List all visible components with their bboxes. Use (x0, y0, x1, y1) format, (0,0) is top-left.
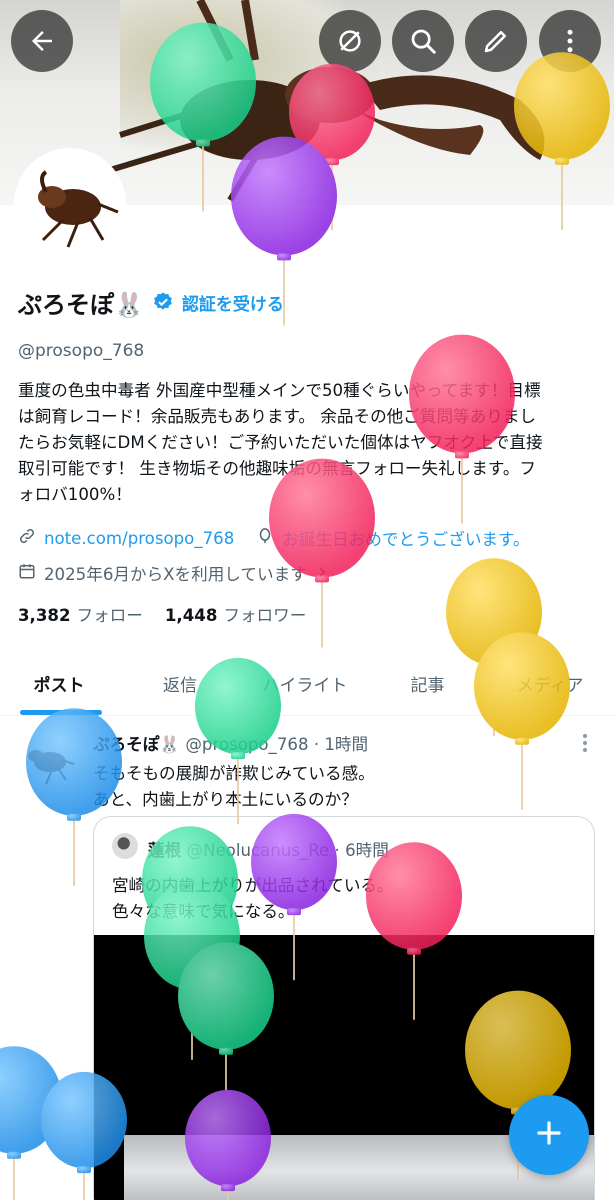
followers-label: フォロワー (223, 606, 307, 625)
active-tab-indicator (20, 710, 102, 715)
display-name: ぷろそぽ🐰 (18, 290, 144, 319)
get-verified-link[interactable]: 認証を受ける (182, 290, 284, 315)
no-wifi-icon (335, 26, 365, 56)
tweet-time: · 1時間 (313, 735, 369, 754)
quote-time: · 6時間 (334, 841, 389, 860)
tweet-header: ぷろそぽ🐰 @prosopo_768 · 1時間 (93, 731, 368, 755)
tweet-more-button[interactable] (578, 732, 592, 754)
link-icon (18, 527, 44, 549)
tab-highlights[interactable]: ハイライト (240, 650, 370, 716)
profile-handle: @prosopo_768 (18, 341, 145, 361)
follow-stats: 3,382 フォロー 1,448 フォロワー (18, 602, 306, 626)
profile-bio: 重度の色虫中毒者 外国産中型種メインで50種ぐらいやってます！目標 は飼育レコー… (18, 378, 602, 508)
back-button[interactable] (11, 10, 73, 72)
quote-author-handle: @Neolucanus_Re (186, 841, 330, 860)
following-count: 3,382 (18, 606, 71, 625)
chevron-right-icon (315, 564, 337, 583)
bio-line: は飼育レコード！余品販売もあります。 余品その他ご質問等ありまし (18, 407, 537, 426)
joined-date: 2025年6月からXを利用しています (44, 565, 307, 584)
tab-media[interactable]: メディア (495, 650, 605, 716)
tweet-avatar[interactable] (18, 730, 76, 788)
bio-line: 取引可能です！ 生き物垢その他趣味垢の無言フォロー失礼します。フ (18, 459, 537, 478)
profile-meta-row: note.com/prosopo_768 お誕生日おめでとうございます。 (18, 526, 530, 550)
profile-joined-row[interactable]: 2025年6月からXを利用しています (18, 561, 337, 585)
compose-button[interactable] (509, 1095, 589, 1175)
quote-line: 宮崎の内歯上がりが出品されている。 (112, 876, 394, 895)
followers-link[interactable]: 1,448 フォロワー (165, 602, 306, 626)
tweet-line: そもそもの展脚が詐欺じみている感。 (93, 764, 375, 783)
tweet-text: そもそもの展脚が詐欺じみている感。 あと、内歯上がり本土にいるのか？ (93, 761, 375, 813)
tab-articles[interactable]: 記事 (385, 650, 470, 716)
quote-author-name: 蓮根 (148, 841, 182, 860)
tab-replies[interactable]: 返信 (130, 650, 230, 716)
more-vertical-icon (555, 26, 585, 56)
profile-avatar[interactable] (14, 148, 126, 260)
tweet-author-name[interactable]: ぷろそぽ🐰 (93, 735, 180, 754)
following-link[interactable]: 3,382 フォロー (18, 602, 143, 626)
offline-button[interactable] (319, 10, 381, 72)
birthday-text: お誕生日おめでとうございます。 (282, 530, 530, 549)
balloon-icon (256, 527, 282, 549)
tab-posts[interactable]: ポスト (0, 650, 118, 716)
search-icon (408, 26, 438, 56)
verified-badge-icon[interactable] (152, 291, 174, 313)
edit-button[interactable] (465, 10, 527, 72)
profile-website-link[interactable]: note.com/prosopo_768 (44, 529, 234, 548)
edit-pen-icon (481, 26, 511, 56)
quote-text: 宮崎の内歯上がりが出品されている。 色々な意味で気になる。 (112, 873, 394, 925)
quote-header: 蓮根 @Neolucanus_Re · 6時間 (148, 837, 389, 861)
search-button[interactable] (392, 10, 454, 72)
more-vertical-icon (578, 734, 592, 758)
bio-line: 重度の色虫中毒者 外国産中型種メインで50種ぐらいやってます！目標 (18, 381, 541, 400)
quote-line: 色々な意味で気になる。 (112, 902, 295, 921)
plus-icon (534, 1118, 564, 1152)
calendar-icon (18, 562, 44, 584)
followers-count: 1,448 (164, 606, 218, 625)
bio-line: ォロバ100%！ (18, 485, 132, 504)
profile-tabs: ポスト 返信 ハイライト 記事 メディア (0, 650, 614, 716)
following-label: フォロー (76, 606, 143, 625)
tweet-author-handle[interactable]: @prosopo_768 (185, 735, 308, 754)
profile-name-row: ぷろそぽ🐰 認証を受ける (18, 284, 284, 320)
quote-avatar (112, 833, 138, 859)
tweet-line: あと、内歯上がり本土にいるのか？ (93, 790, 358, 809)
bio-line: たらお気軽にDMください！ご予約いただいた個体はヤフオク上で直接 (18, 433, 543, 452)
more-options-button[interactable] (539, 10, 601, 72)
arrow-left-icon (27, 26, 57, 56)
